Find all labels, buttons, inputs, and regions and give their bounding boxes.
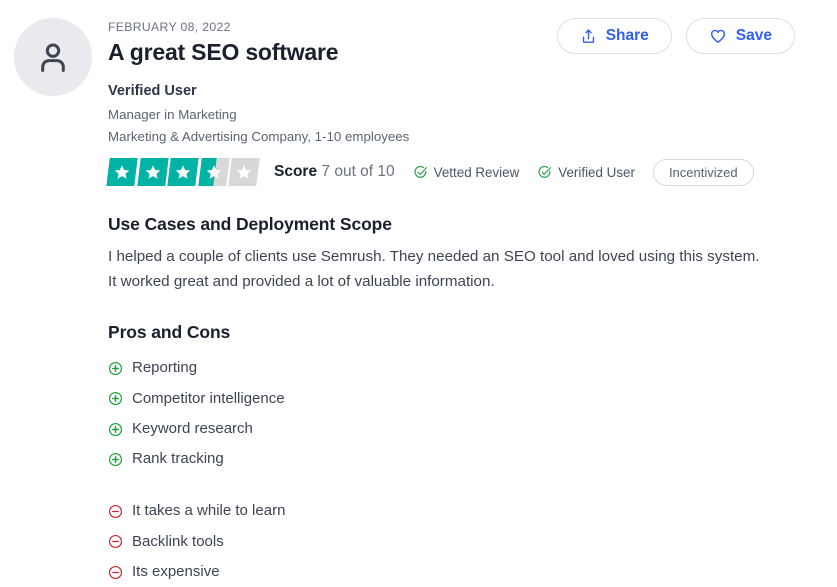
plus-circle-icon (108, 452, 123, 467)
minus-circle-icon (108, 534, 123, 549)
list-item: Its expensive (108, 557, 797, 587)
pro-label: Rank tracking (132, 450, 224, 468)
pro-label: Competitor intelligence (132, 389, 285, 407)
section-heading-use-cases: Use Cases and Deployment Scope (108, 214, 392, 235)
review-content: FEBRUARY 08, 2022 A great SEO software V… (106, 14, 797, 587)
list-item: Rank tracking (108, 444, 797, 474)
badge-vetted-review-label: Vetted Review (433, 164, 520, 180)
plus-circle-icon (108, 422, 123, 437)
con-label: Its expensive (132, 562, 220, 580)
heart-icon (709, 27, 727, 45)
save-button-label: Save (735, 27, 772, 44)
list-item: It takes a while to learn (108, 496, 797, 526)
reviewer-name: Verified User (108, 82, 197, 99)
minus-circle-icon (108, 504, 123, 519)
share-button[interactable]: Share (556, 18, 672, 54)
score: Score 7 out of 10 (274, 163, 395, 181)
save-button[interactable]: Save (685, 18, 795, 54)
star-5 (228, 158, 260, 187)
review-actions: Share Save (556, 18, 795, 54)
share-button-label: Share (605, 27, 649, 44)
section-body-use-cases: I helped a couple of clients use Semrush… (108, 248, 760, 290)
reviewer-role: Manager in Marketing (108, 106, 237, 122)
person-icon (34, 38, 72, 76)
pro-label: Keyword research (132, 419, 253, 437)
plus-circle-icon (108, 361, 123, 376)
star-4 (197, 158, 230, 187)
con-label: Backlink tools (132, 532, 224, 550)
con-label: It takes a while to learn (132, 502, 286, 520)
star-3 (167, 158, 199, 187)
list-item: Keyword research (108, 414, 797, 444)
check-circle-icon (537, 165, 552, 180)
check-circle-icon (413, 165, 428, 180)
plus-circle-icon (108, 391, 123, 406)
minus-circle-icon (108, 565, 123, 580)
status-badge-incentivized: Incentivized (652, 158, 754, 186)
list-item: Reporting (108, 353, 797, 383)
section-heading-pros-cons: Pros and Cons (108, 322, 231, 343)
score-label: Score (274, 163, 318, 181)
badge-verified-user-label: Verified User (558, 164, 635, 180)
list-item: Backlink tools (108, 527, 797, 557)
list-item: Competitor intelligence (108, 384, 797, 414)
reviewer-company: Marketing & Advertising Company, 1-10 em… (108, 128, 410, 144)
rating-row: Score 7 out of 10 Vetted Review Verified… (106, 158, 797, 187)
pro-label: Reporting (132, 359, 198, 377)
badge-verified-user: Verified User (537, 165, 635, 180)
review-card: Share Save FEBRUARY 08, 2022 A great SEO… (0, 0, 837, 580)
badge-vetted-review: Vetted Review (413, 164, 520, 180)
pros-list: Reporting Competitor intelligence Keywor… (108, 353, 797, 474)
share-icon (580, 28, 597, 45)
score-value-text: 7 out of 10 (321, 163, 395, 181)
star-2 (136, 158, 169, 187)
avatar (14, 18, 92, 96)
star-rating (106, 158, 260, 187)
cons-list: It takes a while to learn Backlink tools (108, 496, 797, 587)
star-1 (106, 158, 138, 187)
